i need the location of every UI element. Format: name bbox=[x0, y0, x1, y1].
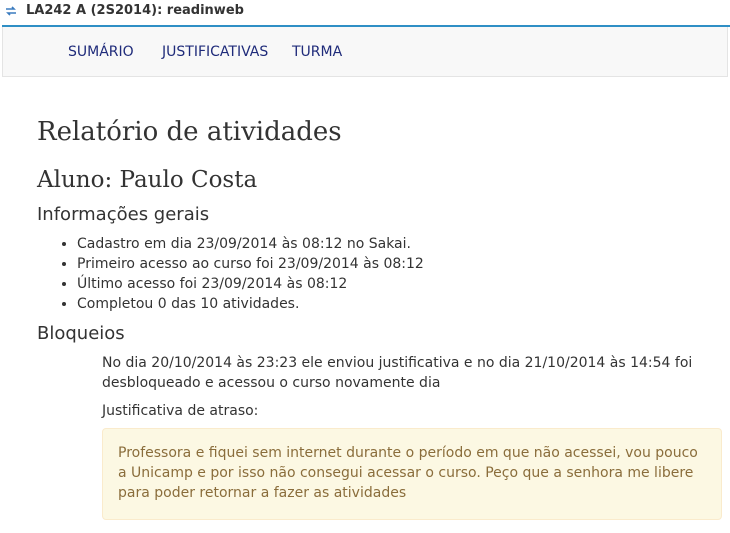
top-navbar: SUMÁRIO JUSTIFICATIVAS TURMA bbox=[2, 27, 728, 77]
general-info-list: Cadastro em dia 23/09/2014 às 08:12 no S… bbox=[57, 234, 424, 314]
justification-alert: Professora e fiquei sem internet durante… bbox=[102, 428, 722, 520]
list-item: Completou 0 das 10 atividades. bbox=[77, 294, 424, 314]
general-info-heading: Informações gerais bbox=[37, 204, 210, 225]
window-titlebar: LA242 A (2S2014): readinweb bbox=[0, 0, 730, 24]
justification-text: Professora e fiquei sem internet durante… bbox=[118, 445, 698, 501]
list-item: Último acesso foi 23/09/2014 às 08:12 bbox=[77, 274, 424, 294]
justification-label: Justificativa de atraso: bbox=[102, 403, 259, 419]
nav-item-sumario[interactable]: SUMÁRIO bbox=[68, 44, 134, 60]
nav-item-justificativas[interactable]: JUSTIFICATIVAS bbox=[162, 44, 268, 60]
list-item: Cadastro em dia 23/09/2014 às 08:12 no S… bbox=[77, 234, 424, 254]
nav-item-turma[interactable]: TURMA bbox=[292, 44, 342, 60]
block-description: No dia 20/10/2014 às 23:23 ele enviou ju… bbox=[102, 355, 693, 391]
page-title: Relatório de atividades bbox=[37, 117, 342, 147]
blocks-heading: Bloqueios bbox=[37, 323, 125, 344]
sync-arrows-icon bbox=[6, 6, 16, 16]
student-name-heading: Aluno: Paulo Costa bbox=[37, 167, 258, 193]
list-item: Primeiro acesso ao curso foi 23/09/2014 … bbox=[77, 254, 424, 274]
window-title: LA242 A (2S2014): readinweb bbox=[26, 3, 244, 18]
